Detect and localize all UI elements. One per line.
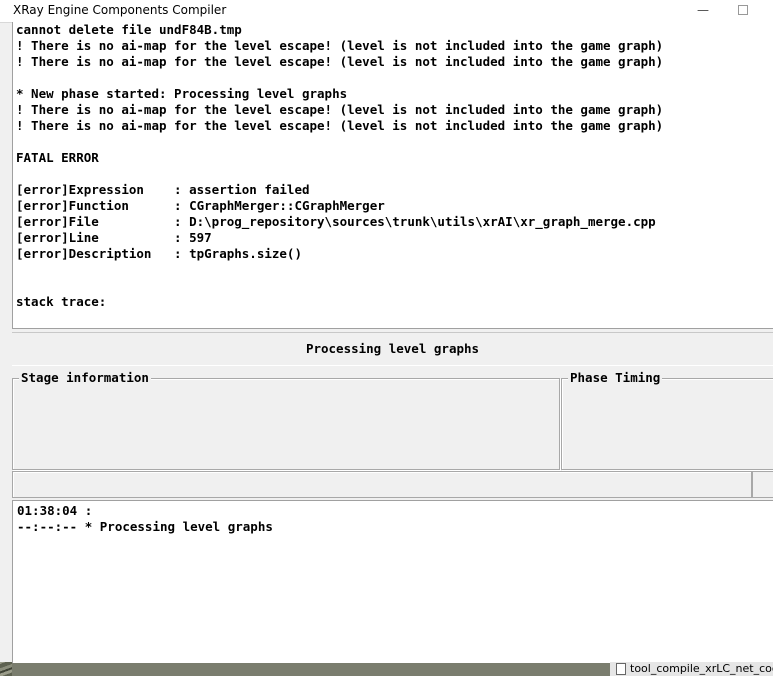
log-line: * New phase started: Processing level gr… [16,86,348,101]
document-icon [616,663,626,675]
log-line: ! There is no ai-map for the level escap… [16,54,664,69]
progress-bar [12,471,752,498]
phase-name: Processing level graphs [305,341,480,356]
status-line: --:--:-- * Processing level graphs [17,519,273,534]
phase-timing-group: Phase Timing [561,370,773,470]
window-title: XRay Engine Components Compiler [13,3,227,17]
taskbar-item-label: tool_compile_xrLC_net_coo [630,662,773,675]
log-line: [error]Function : CGraphMerger::CGraphMe… [16,198,385,213]
log-line: [error]Line : 597 [16,230,212,245]
log-line: ! There is no ai-map for the level escap… [16,118,664,133]
maximize-icon [738,4,748,15]
status-line: 01:38:04 : [17,503,93,518]
compiler-window: XRay Engine Components Compiler — cannot… [0,0,773,663]
phase-header: Processing level graphs [12,332,773,366]
progress-side-panel [752,471,773,498]
log-output[interactable]: cannot delete file undF84B.tmp ! There i… [12,22,773,329]
log-line: [error]File : D:\prog_repository\sources… [16,214,656,229]
status-output[interactable]: 01:38:04 : --:--:-- * Processing level g… [12,500,773,663]
stage-information-group: Stage information [12,370,560,470]
log-line: [error]Expression : assertion failed [16,182,310,197]
log-line: ! There is no ai-map for the level escap… [16,38,664,53]
stage-information-label: Stage information [19,370,151,385]
log-line: ! There is no ai-map for the level escap… [16,102,664,117]
log-line: FATAL ERROR [16,150,99,165]
log-line: stack trace: [16,294,107,309]
log-line: [error]Description : tpGraphs.size() [16,246,302,261]
phase-timing-label: Phase Timing [568,370,663,385]
taskbar-item[interactable]: tool_compile_xrLC_net_coo [610,662,773,676]
maximize-button[interactable] [720,0,766,22]
title-bar[interactable]: XRay Engine Components Compiler — [0,0,773,23]
log-line: cannot delete file undF84B.tmp [16,22,242,37]
